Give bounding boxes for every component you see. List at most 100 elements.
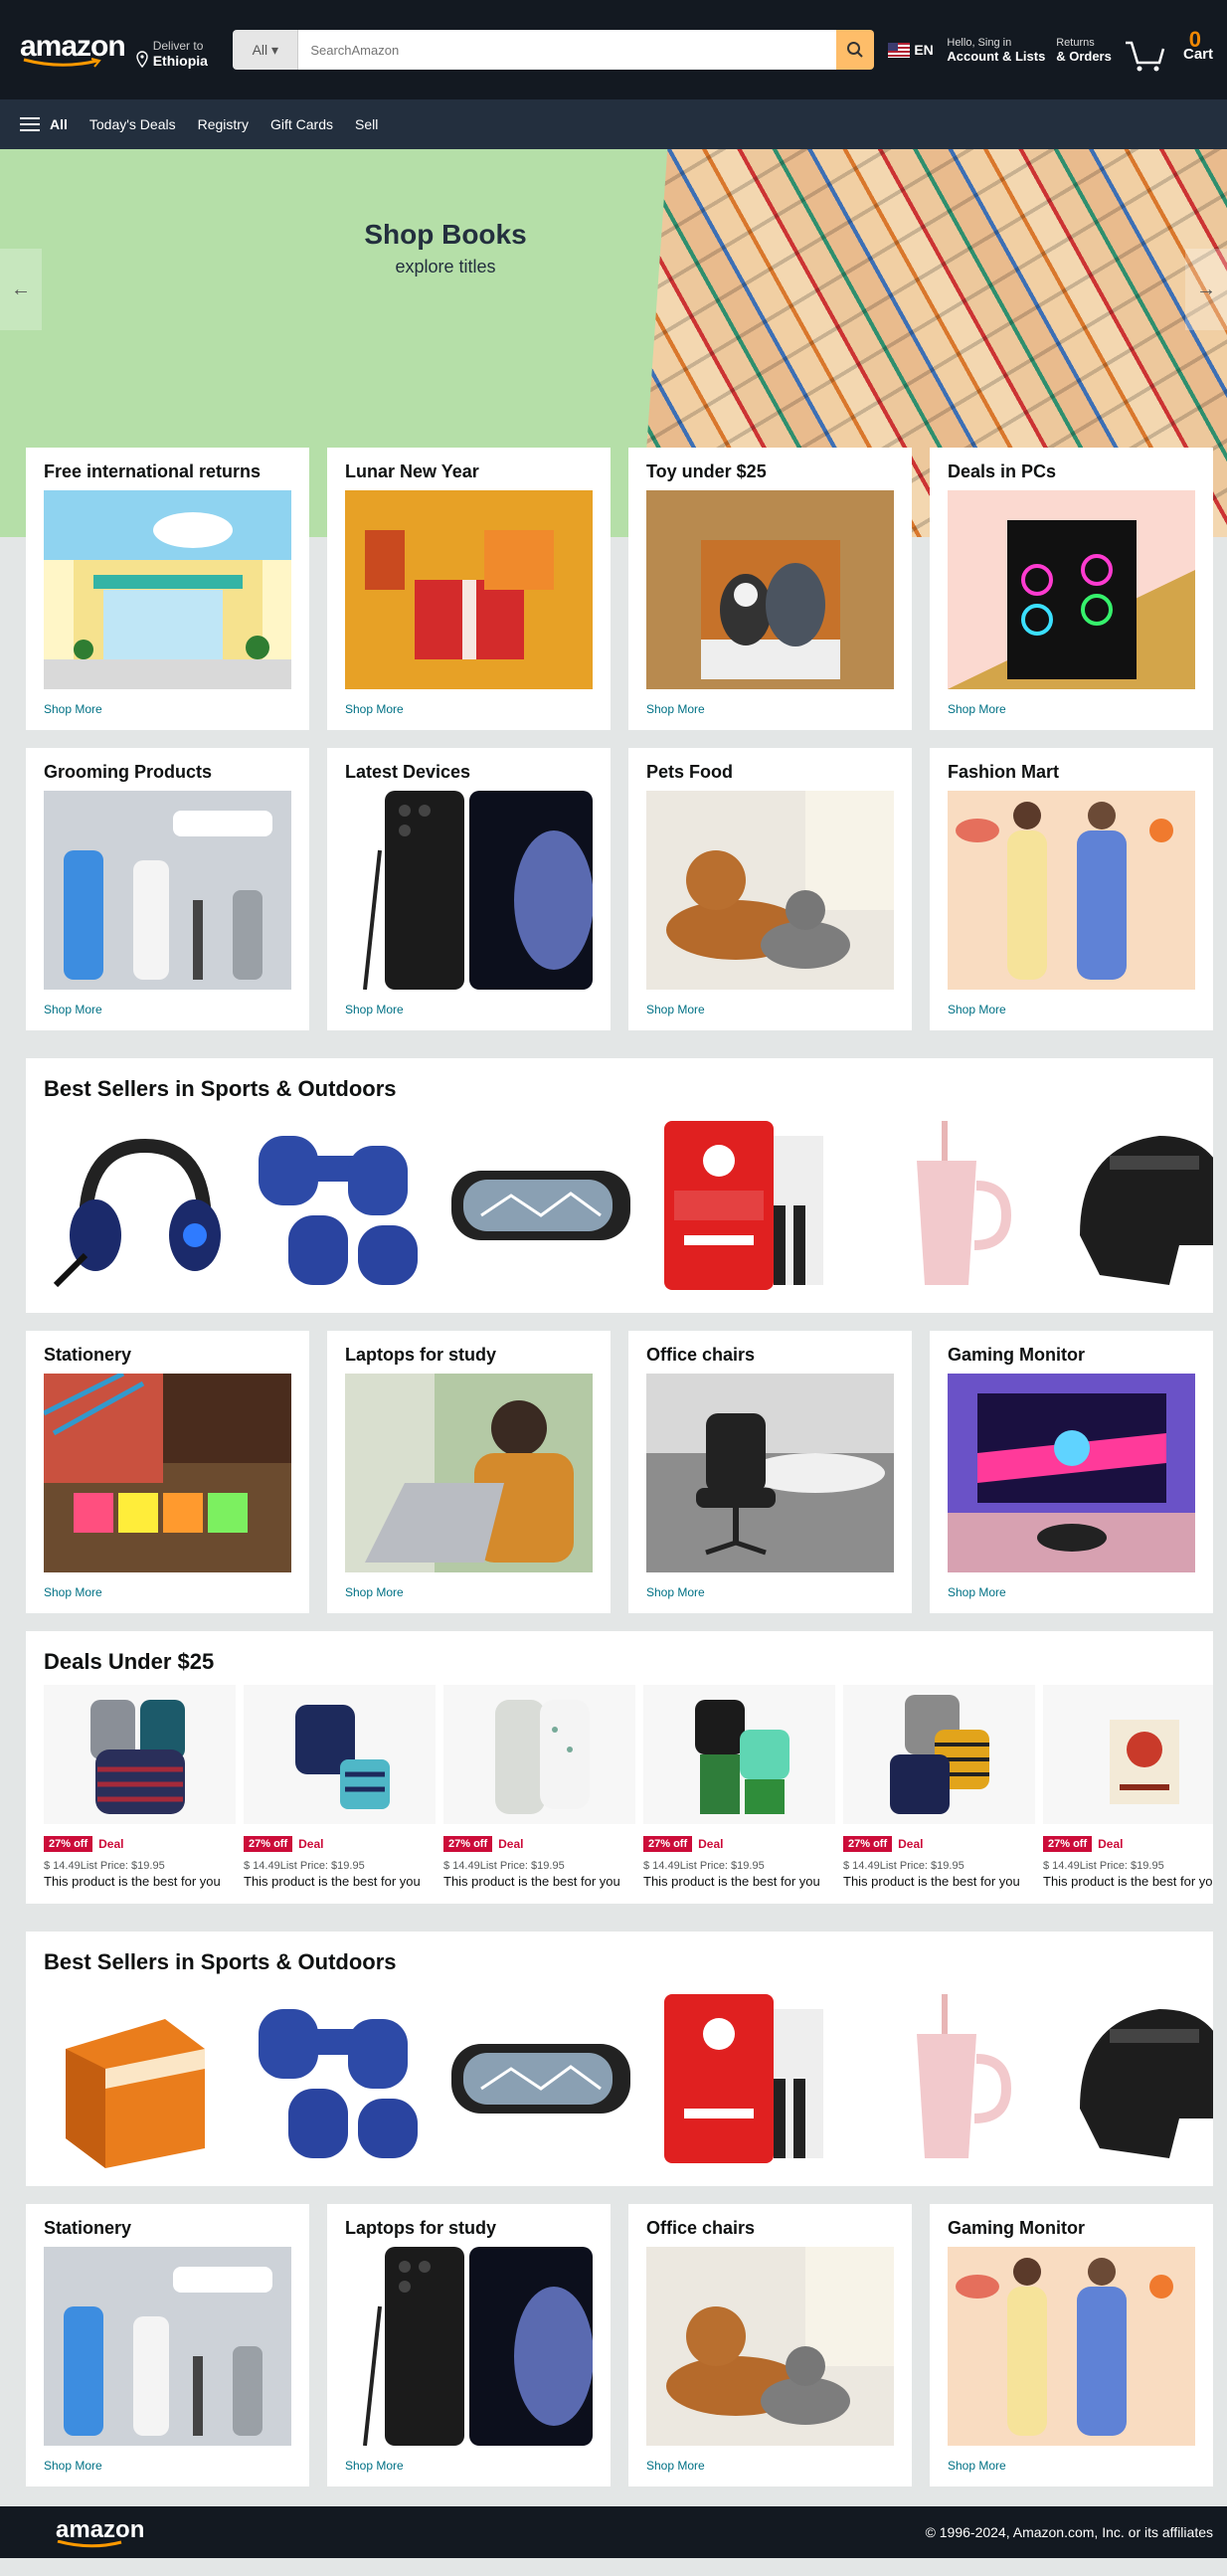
shop-more-link[interactable]: Shop More <box>44 1585 102 1599</box>
nav-todays-deals[interactable]: Today's Deals <box>89 116 176 132</box>
deal-item[interactable]: 27% off Deal $ 14.49List Price: $19.95 Th… <box>1043 1685 1213 1889</box>
product-tumbler[interactable] <box>855 1987 1038 2170</box>
deal-description: This product is the best for you <box>443 1874 620 1889</box>
pajama-set-image <box>643 1685 835 1824</box>
category-card[interactable]: Latest Devices Shop More <box>327 748 611 1030</box>
category-card[interactable]: Gaming Monitor Shop More <box>930 1331 1213 1613</box>
cart-button[interactable]: 0 Cart <box>1124 27 1213 73</box>
cart-icon <box>1125 41 1164 72</box>
category-card[interactable]: Gaming Monitor Shop More <box>930 2204 1213 2486</box>
shop-more-link[interactable]: Shop More <box>345 2459 404 2473</box>
shop-more-link[interactable]: Shop More <box>948 1003 1006 1016</box>
deal-item[interactable]: 27% off Deal $ 14.49List Price: $19.95 Th… <box>244 1685 436 1889</box>
product-fire-blanket[interactable] <box>652 1114 835 1297</box>
account-menu[interactable]: Hello, Sing in Account & Lists <box>947 37 1046 64</box>
shop-more-link[interactable]: Shop More <box>948 2459 1006 2473</box>
product-fire-blanket[interactable] <box>652 1987 835 2170</box>
shop-more-link[interactable]: Shop More <box>948 702 1006 716</box>
shop-more-link[interactable]: Shop More <box>44 2459 102 2473</box>
card-title: Latest Devices <box>345 762 471 782</box>
category-card[interactable]: Fashion Mart Shop More <box>930 748 1213 1030</box>
greeting-text: Hello, Sing in <box>947 36 1012 49</box>
search-button[interactable] <box>836 30 875 70</box>
product-hand-warmers[interactable] <box>44 1987 227 2170</box>
carousel-prev-button[interactable]: ← <box>0 249 42 330</box>
category-card[interactable]: Office chairs Shop More <box>628 2204 912 2486</box>
amazon-logo[interactable]: amazon <box>14 18 126 82</box>
deal-item[interactable]: 27% off Deal $ 14.49List Price: $19.95 Th… <box>843 1685 1035 1889</box>
category-card[interactable]: Laptops for study Shop More <box>327 1331 611 1613</box>
card-row-2: Grooming Products Shop More Latest Devic… <box>0 748 1227 1030</box>
product-headset[interactable] <box>44 1114 227 1297</box>
product-dumbbells[interactable] <box>247 1987 430 2170</box>
deal-description: This product is the best for you <box>44 1874 221 1889</box>
deal-price: $ 14.49List Price: $19.95 <box>244 1860 365 1872</box>
category-card[interactable]: Deals in PCs Shop More <box>930 448 1213 730</box>
language-selector[interactable]: EN <box>888 42 937 58</box>
deal-price: $ 14.49List Price: $19.95 <box>643 1860 765 1872</box>
deal-item[interactable]: 27% off Deal $ 14.49List Price: $19.95 Th… <box>443 1685 635 1889</box>
deal-label: Deal <box>498 1837 524 1851</box>
stationery-image <box>42 1371 291 1572</box>
category-card[interactable]: Laptops for study Shop More <box>327 2204 611 2486</box>
carousel-next-button[interactable]: → <box>1185 249 1227 330</box>
shop-more-link[interactable]: Shop More <box>345 1003 404 1016</box>
all-menu-button[interactable]: All <box>20 116 68 132</box>
product-tumbler[interactable] <box>855 1114 1038 1297</box>
category-card[interactable]: Stationery Shop More <box>26 1331 309 1613</box>
nav-gift-cards[interactable]: Gift Cards <box>270 116 333 132</box>
category-card[interactable]: Free international returns Shop More <box>26 448 309 730</box>
product-goggles[interactable] <box>449 1987 632 2170</box>
card-row-3: Stationery Shop More Laptops for study S… <box>0 1331 1227 1613</box>
category-card[interactable]: Pets Food Shop More <box>628 748 912 1030</box>
goggles-image <box>451 1171 630 1240</box>
nav-sell[interactable]: Sell <box>355 116 378 132</box>
gaming-monitor-image <box>948 1374 1195 1572</box>
category-card[interactable]: Office chairs Shop More <box>628 1331 912 1613</box>
fire-blanket-image <box>664 1121 823 1290</box>
arrow-left-icon: ← <box>11 277 31 300</box>
product-helmet[interactable] <box>1058 1114 1213 1297</box>
returns-orders[interactable]: Returns & Orders <box>1056 37 1114 64</box>
shop-more-link[interactable]: Shop More <box>44 1003 102 1016</box>
category-card[interactable]: Lunar New Year Shop More <box>327 448 611 730</box>
fashion-image <box>948 791 1195 990</box>
shop-more-link[interactable]: Shop More <box>646 2459 705 2473</box>
card-title: Gaming Monitor <box>948 2218 1085 2238</box>
product-goggles[interactable] <box>449 1114 632 1297</box>
footer-logo[interactable]: amazon <box>56 2516 144 2548</box>
search-category-select[interactable]: All ▾ <box>233 30 299 70</box>
toy-image <box>646 490 894 689</box>
tumbler-image <box>917 1994 1012 2158</box>
shop-more-link[interactable]: Shop More <box>44 702 102 716</box>
shop-more-link[interactable]: Shop More <box>948 1585 1006 1599</box>
deal-label: Deal <box>1098 1837 1124 1851</box>
category-card[interactable]: Toy under $25 Shop More <box>628 448 912 730</box>
deal-description: This product is the best for you <box>1043 1874 1213 1889</box>
carousel-title: Deals Under $25 <box>44 1649 215 1674</box>
category-card[interactable]: Grooming Products Shop More <box>26 748 309 1030</box>
shop-more-link[interactable]: Shop More <box>646 1003 705 1016</box>
search-icon <box>847 42 864 58</box>
book-image <box>1043 1685 1213 1824</box>
product-helmet[interactable] <box>1058 1987 1213 2170</box>
shop-more-link[interactable]: Shop More <box>345 1585 404 1599</box>
search-input[interactable] <box>298 30 837 70</box>
deal-label: Deal <box>898 1837 924 1851</box>
category-card[interactable]: Stationery Shop More <box>26 2204 309 2486</box>
card-title: Laptops for study <box>345 1345 496 1365</box>
nav-registry[interactable]: Registry <box>198 116 249 132</box>
gift-box-image <box>345 490 593 689</box>
shop-more-link[interactable]: Shop More <box>646 702 705 716</box>
shop-more-link[interactable]: Shop More <box>345 702 404 716</box>
deal-price: $ 14.49List Price: $19.95 <box>44 1860 165 1872</box>
nav-bar: All Today's Deals Registry Gift Cards Se… <box>0 99 1227 149</box>
deliver-to[interactable]: Deliver to Ethiopia <box>135 23 220 77</box>
discount-badge: 27% off <box>443 1836 493 1852</box>
product-dumbbells[interactable] <box>247 1114 430 1297</box>
deal-item[interactable]: 27% off Deal $ 14.49List Price: $19.95 Th… <box>44 1685 236 1889</box>
deal-item[interactable]: 27% off Deal $ 14.49List Price: $19.95 Th… <box>643 1685 835 1889</box>
shop-more-link[interactable]: Shop More <box>646 1585 705 1599</box>
us-flag-icon <box>888 42 911 58</box>
search-bar: All ▾ <box>233 30 875 70</box>
